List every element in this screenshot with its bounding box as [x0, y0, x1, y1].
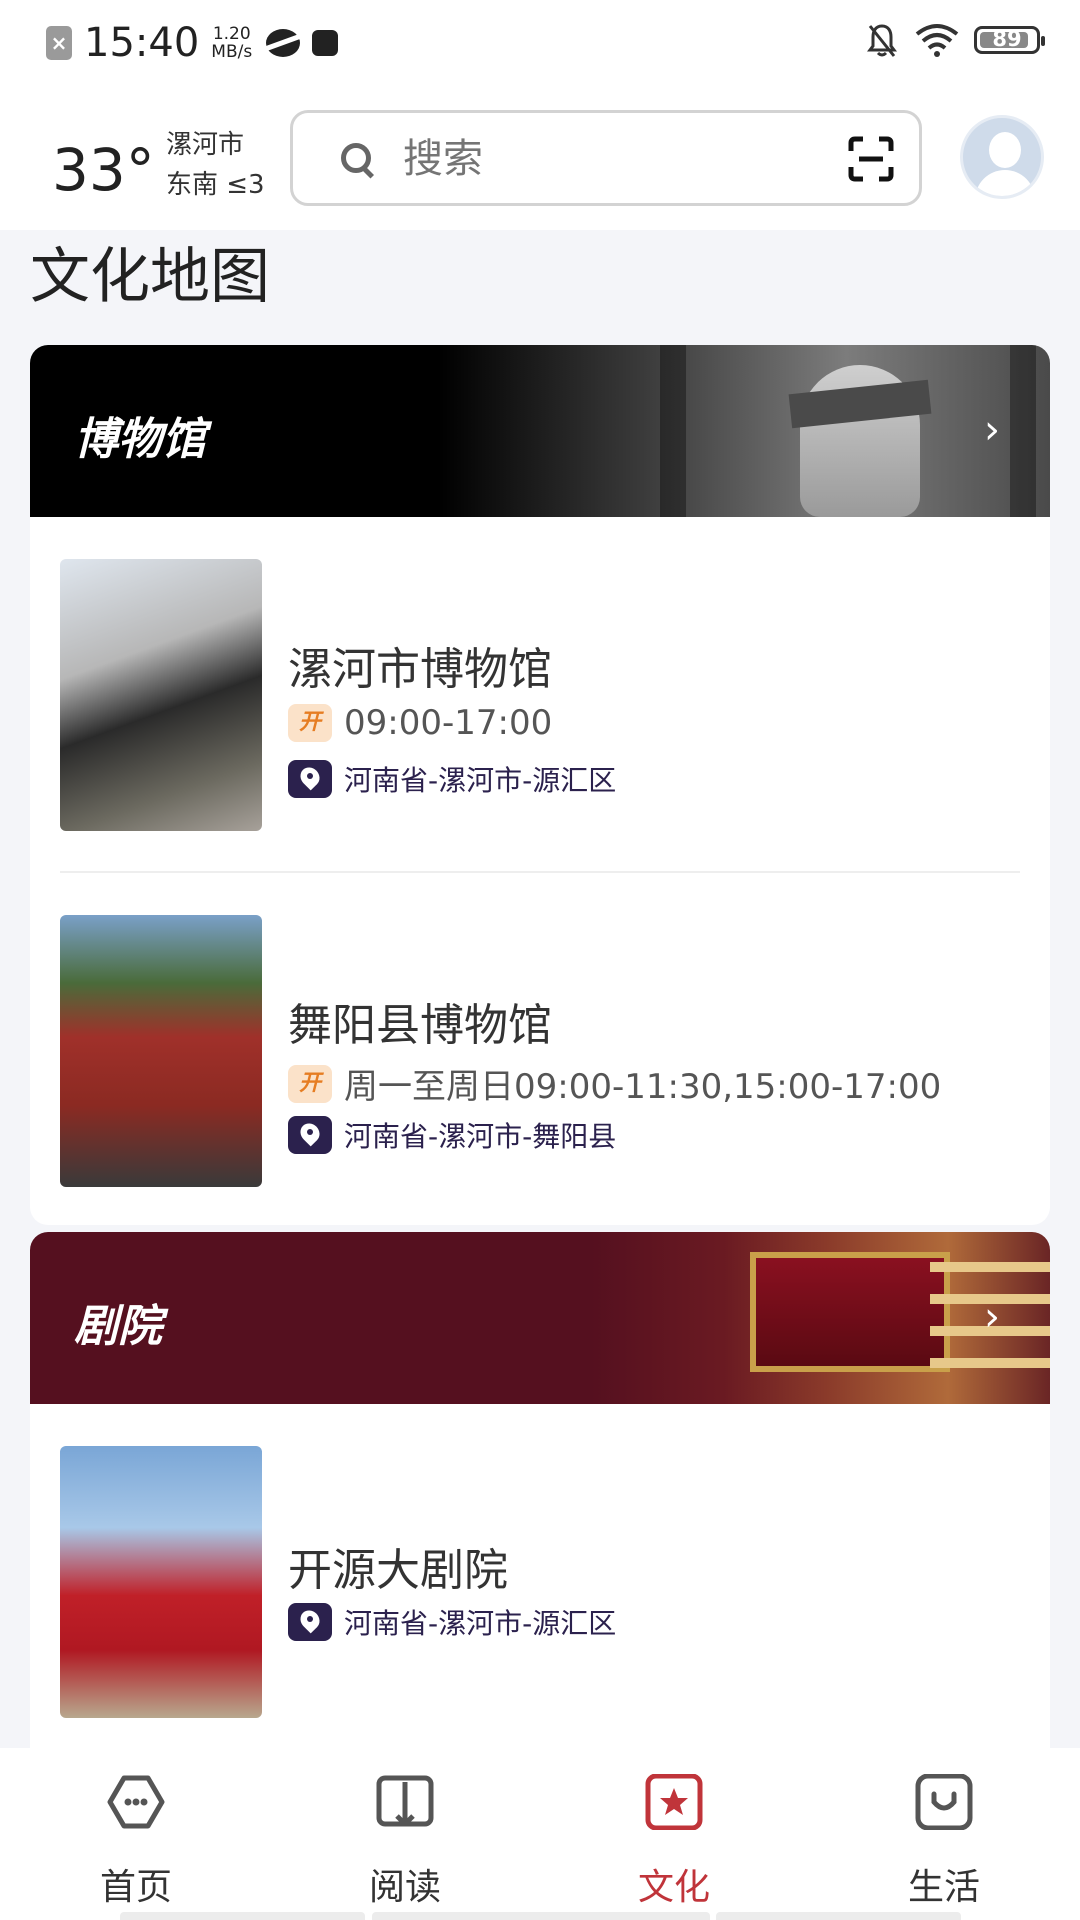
location-pin-icon: [288, 1116, 332, 1154]
battery-level: 89: [992, 27, 1022, 51]
search-input[interactable]: [401, 135, 805, 183]
bell-muted-icon: [867, 24, 897, 57]
museum-banner-title: 博物馆: [74, 414, 206, 465]
open-badge-icon: 开: [288, 704, 332, 742]
tab-label: 首页: [99, 1867, 172, 1908]
opening-hours: 周一至周日09:00-11:30,15:00-17:00: [344, 1067, 942, 1107]
museum-name: 漯河市博物馆: [288, 644, 552, 695]
museum-item[interactable]: 舞阳县博物馆 开 周一至周日09:00-11:30,15:00-17:00 河南…: [30, 873, 1050, 1225]
weather-city: 漯河市: [166, 130, 245, 160]
location-pin-icon: [288, 1603, 332, 1641]
network-speed-value: 1.20: [212, 24, 251, 44]
search-icon: [341, 143, 371, 173]
museum-banner[interactable]: 博物馆 ›: [30, 345, 1050, 517]
theater-section: 剧院 › 开源大剧院 河南省-漯河市-源汇区: [30, 1232, 1050, 1772]
theater-banner-title: 剧院: [74, 1301, 162, 1352]
theater-item[interactable]: 开源大剧院 河南省-漯河市-源汇区: [30, 1404, 1050, 1760]
weather-wind: 东南 ≤3: [166, 170, 265, 200]
battery-icon: 89: [974, 26, 1045, 54]
tab-life[interactable]: 生活: [844, 1773, 1044, 1910]
open-badge-icon: 开: [288, 1064, 332, 1103]
theater-thumbnail: [60, 1446, 262, 1718]
weather-temperature: 33°: [52, 136, 155, 204]
status-time: 15:40: [84, 20, 200, 66]
opening-hours: 09:00-17:00: [344, 703, 553, 743]
tab-label: 文化: [637, 1867, 710, 1908]
chevron-right-icon: ›: [984, 407, 1000, 453]
book-icon: [376, 1775, 434, 1827]
tab-label: 生活: [907, 1867, 980, 1908]
tab-culture[interactable]: 文化: [574, 1773, 774, 1910]
tab-reading[interactable]: 阅读: [305, 1774, 505, 1910]
bottom-tab-bar: 首页 阅读 文化 生活: [0, 1748, 1080, 1920]
wifi-icon: [915, 24, 959, 57]
museum-item[interactable]: 漯河市博物馆 开 09:00-17:00 河南省-漯河市-源汇区: [30, 517, 1050, 873]
notification-dismissed-icon: ×: [46, 26, 72, 60]
scan-icon[interactable]: [847, 135, 895, 183]
page-title: 文化地图: [30, 242, 270, 312]
home-icon: [107, 1775, 165, 1829]
tab-label: 阅读: [368, 1867, 441, 1908]
life-bag-icon: [915, 1773, 973, 1831]
status-bar: × 15:40 1.20 MB/s 89: [0, 0, 1080, 88]
search-bar[interactable]: [290, 110, 922, 206]
location-pin-icon: [288, 760, 332, 798]
chevron-right-icon: ›: [984, 1294, 1000, 1340]
museum-section: 博物馆 › 漯河市博物馆 开 09:00-17:00 河南省-漯河市-源汇区 舞…: [30, 345, 1050, 1225]
network-speed: 1.20 MB/s: [211, 25, 252, 61]
tab-home[interactable]: 首页: [36, 1774, 236, 1910]
network-speed-unit: MB/s: [211, 42, 253, 62]
museum-thumbnail: [60, 559, 262, 831]
stage-image: [750, 1252, 950, 1372]
user-avatar[interactable]: [960, 115, 1044, 199]
museum-address: 河南省-漯河市-源汇区: [344, 764, 617, 797]
app-header: 33° 漯河市 东南 ≤3: [0, 88, 1080, 230]
theater-name: 开源大剧院: [288, 1545, 508, 1596]
museum-address: 河南省-漯河市-舞阳县: [344, 1120, 617, 1153]
planet-app-icon: [266, 29, 301, 57]
theater-address: 河南省-漯河市-源汇区: [344, 1607, 617, 1640]
app-notification-icon: [312, 30, 339, 56]
museum-name: 舞阳县博物馆: [288, 1000, 552, 1051]
museum-thumbnail: [60, 915, 262, 1187]
culture-star-icon: [645, 1773, 703, 1831]
theater-banner[interactable]: 剧院 ›: [30, 1232, 1050, 1404]
